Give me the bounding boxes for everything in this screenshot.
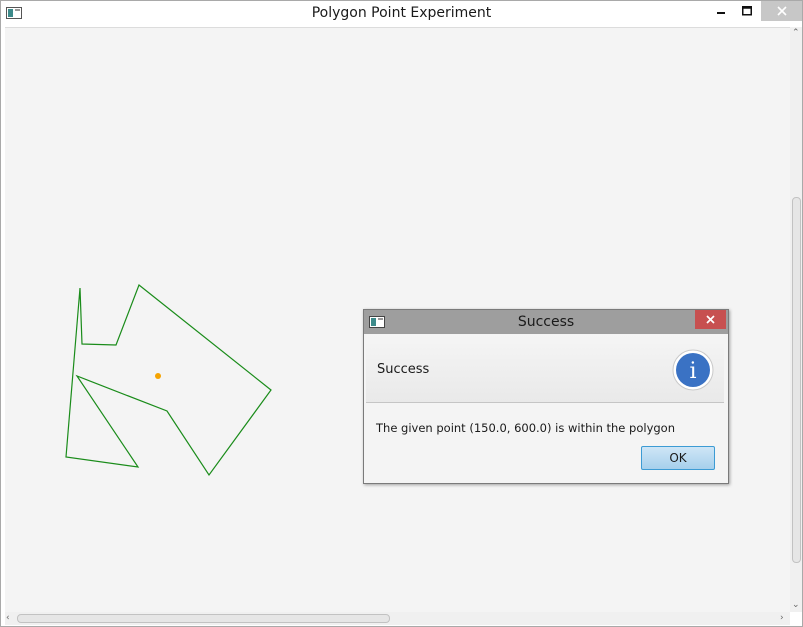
dialog-header: Success i [366, 335, 724, 403]
close-icon [706, 315, 715, 324]
dialog-message: The given point (150.0, 600.0) is within… [376, 421, 675, 435]
title-bar[interactable]: Polygon Point Experiment [1, 1, 802, 26]
dialog-title-bar[interactable]: Success [364, 310, 728, 334]
dialog-close-button[interactable] [695, 310, 726, 329]
scroll-right-arrow-icon[interactable]: › [780, 614, 784, 623]
success-dialog: Success Success i The given point (150.0… [363, 309, 729, 484]
minimize-button[interactable] [707, 1, 734, 21]
scroll-down-arrow-icon[interactable]: ⌄ [792, 601, 800, 610]
dialog-header-text: Success [377, 362, 430, 377]
horizontal-scroll-thumb[interactable] [17, 614, 390, 623]
minimize-icon [716, 12, 725, 14]
ok-button[interactable]: OK [641, 446, 715, 470]
close-button[interactable] [761, 1, 802, 21]
svg-text:i: i [689, 359, 696, 384]
test-point [155, 373, 161, 379]
horizontal-scrollbar[interactable]: ‹ › [5, 612, 790, 625]
scroll-left-arrow-icon[interactable]: ‹ [6, 614, 10, 623]
close-icon [776, 6, 787, 16]
vertical-scroll-thumb[interactable] [792, 197, 801, 563]
dialog-title: Success [517, 314, 575, 330]
maximize-icon [741, 6, 752, 16]
info-icon: i [672, 349, 714, 391]
polygon-outline [65, 284, 272, 477]
maximize-button[interactable] [733, 1, 760, 21]
window-title: Polygon Point Experiment [311, 5, 492, 21]
vertical-scrollbar[interactable]: ⌃ ⌄ [790, 27, 802, 612]
scroll-up-arrow-icon[interactable]: ⌃ [792, 29, 800, 38]
